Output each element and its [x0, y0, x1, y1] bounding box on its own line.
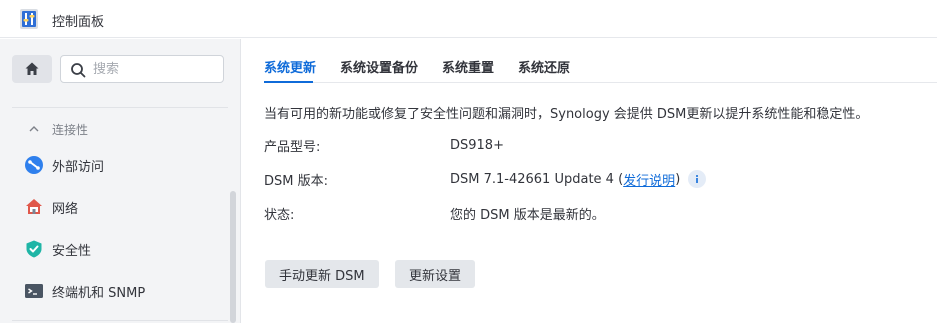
- sidebar-item-label: 安全性: [52, 243, 92, 259]
- version-row: DSM 版本: DSM 7.1-42661 Update 4 ( 发行说明 ): [264, 169, 707, 189]
- version-label: DSM 版本:: [264, 173, 328, 189]
- home-button[interactable]: [12, 55, 52, 83]
- version-value: DSM 7.1-42661 Update 4: [450, 171, 614, 187]
- status-value: 您的 DSM 版本是最新的。: [450, 207, 605, 223]
- status-label: 状态:: [264, 207, 295, 223]
- sidebar-group-label: 连接性: [52, 122, 89, 137]
- tab-system-restore[interactable]: 系统还原: [518, 57, 570, 79]
- tab-system-reset[interactable]: 系统重置: [442, 57, 494, 79]
- paren-close: ): [675, 171, 681, 187]
- network-house-icon: [24, 197, 44, 217]
- tab-system-update[interactable]: 系统更新: [264, 57, 316, 79]
- release-notes-link[interactable]: 发行说明: [623, 170, 675, 189]
- sidebar-item-label: 网络: [52, 201, 79, 217]
- model-label: 产品型号:: [264, 139, 321, 155]
- sidebar-item-external-access[interactable]: 外部访问: [24, 151, 214, 179]
- sidebar-divider: [12, 107, 228, 108]
- update-settings-button[interactable]: 更新设置: [395, 260, 476, 288]
- search-field[interactable]: [60, 55, 224, 83]
- control-panel-icon: [17, 7, 41, 31]
- tab-config-backup[interactable]: 系统设置备份: [340, 57, 418, 79]
- info-icon[interactable]: [688, 170, 707, 188]
- chevron-up-icon: [29, 126, 39, 132]
- search-input[interactable]: [93, 60, 217, 78]
- shield-check-icon: [24, 239, 44, 259]
- sidebar-item-network[interactable]: 网络: [24, 193, 214, 221]
- main-panel: 系统更新 系统设置备份 系统重置 系统还原 当有可用的新功能或修复了安全性问题和…: [242, 39, 937, 323]
- sidebar-item-terminal-snmp[interactable]: 终端机和 SNMP: [24, 277, 214, 305]
- sidebar: 连接性 外部访问 网络 安全: [0, 39, 241, 323]
- external-access-icon: [24, 155, 44, 175]
- sidebar-item-security[interactable]: 安全性: [24, 235, 214, 263]
- title-bar: 控制面板: [0, 0, 937, 38]
- tab-bar: 系统更新 系统设置备份 系统重置 系统还原: [264, 57, 594, 81]
- search-icon: [71, 63, 86, 78]
- version-value-group: DSM 7.1-42661 Update 4 ( 发行说明 ): [450, 170, 707, 189]
- home-icon: [25, 62, 39, 75]
- sidebar-group-connectivity[interactable]: 连接性: [28, 119, 88, 139]
- paren-open: (: [613, 171, 624, 187]
- model-row: 产品型号: DS918+: [264, 135, 504, 155]
- terminal-icon: [24, 281, 44, 301]
- status-row: 状态: 您的 DSM 版本是最新的。: [264, 203, 605, 223]
- sidebar-item-label: 终端机和 SNMP: [52, 285, 146, 301]
- sidebar-divider: [12, 320, 228, 321]
- active-tab-indicator: [264, 81, 313, 83]
- window-title: 控制面板: [52, 15, 105, 30]
- sidebar-item-label: 外部访问: [52, 159, 105, 175]
- sidebar-scrollbar[interactable]: [230, 191, 236, 323]
- manual-update-button[interactable]: 手动更新 DSM: [265, 260, 379, 288]
- update-description: 当有可用的新功能或修复了安全性问题和漏洞时，Synology 会提供 DSM更新…: [264, 107, 869, 122]
- tab-bar-border: [264, 82, 937, 83]
- model-value: DS918+: [450, 137, 504, 153]
